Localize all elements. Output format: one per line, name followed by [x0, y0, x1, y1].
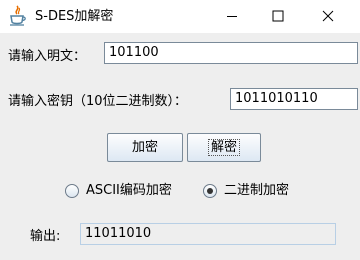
- close-button[interactable]: [305, 0, 351, 33]
- maximize-icon: [272, 10, 284, 22]
- binary-mode-label[interactable]: 二进制加密: [224, 183, 289, 199]
- encrypt-button-label: 加密: [131, 140, 158, 155]
- binary-mode-radio[interactable]: [203, 184, 217, 198]
- radio-selected-dot: [207, 188, 213, 194]
- decrypt-button-label: 解密: [207, 139, 240, 156]
- plaintext-label: 请输入明文：: [8, 49, 87, 64]
- java-icon: [8, 5, 26, 27]
- decrypt-button[interactable]: 解密: [187, 133, 261, 162]
- output-field: 11011010: [80, 223, 336, 245]
- output-label: 输出:: [30, 229, 61, 244]
- ascii-mode-radio[interactable]: [65, 184, 79, 198]
- key-label: 请输入密钥（10位二进制数）：: [8, 94, 188, 109]
- close-icon: [322, 10, 334, 22]
- maximize-button[interactable]: [255, 0, 301, 33]
- key-input[interactable]: 1011010110: [230, 88, 358, 110]
- encrypt-button[interactable]: 加密: [107, 133, 183, 162]
- plaintext-input[interactable]: 101100: [104, 42, 358, 64]
- title-bar[interactable]: S-DES加解密: [0, 0, 360, 33]
- main-panel: 请输入明文： 101100 请输入密钥（10位二进制数）： 1011010110…: [0, 33, 360, 260]
- window-title: S-DES加解密: [35, 9, 114, 24]
- ascii-mode-label[interactable]: ASCII编码加密: [86, 183, 172, 199]
- minimize-button[interactable]: [209, 0, 255, 33]
- minimize-icon: [227, 16, 237, 17]
